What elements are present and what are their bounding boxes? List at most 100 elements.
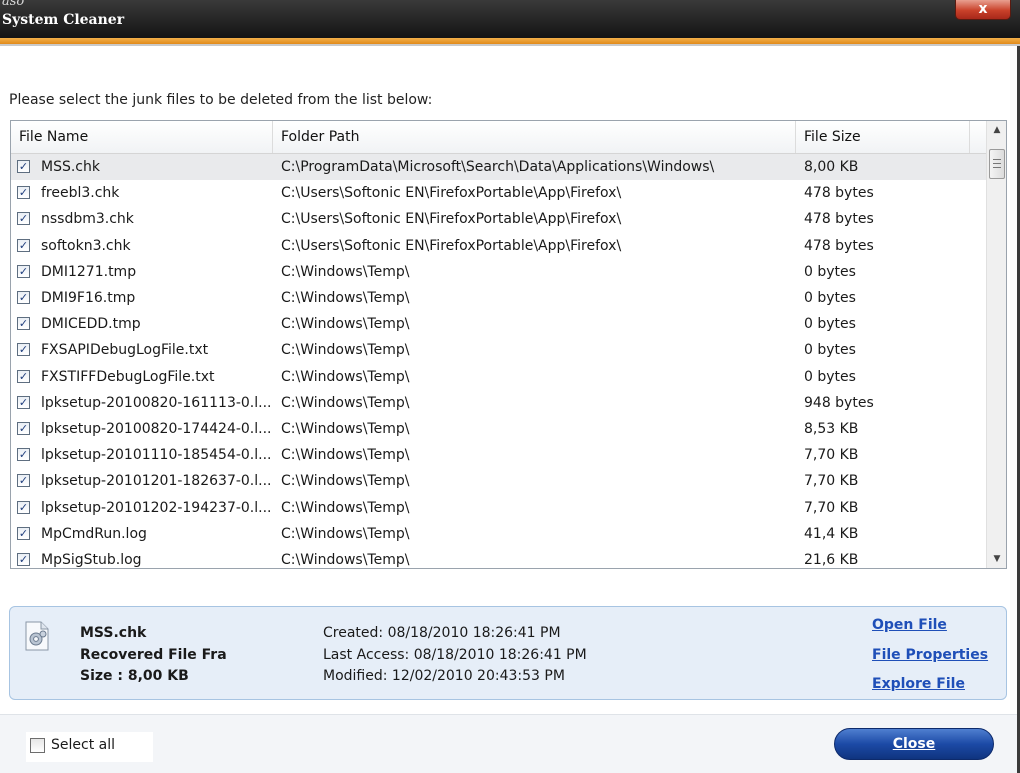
scroll-down-icon[interactable]: ▼ [987, 550, 1006, 568]
file-properties-link[interactable]: File Properties [872, 647, 988, 663]
folder-path-cell: C:\Windows\Temp\ [281, 368, 410, 385]
file-size-cell: 948 bytes [804, 394, 874, 411]
table-row[interactable]: ✓ FXSAPIDebugLogFile.txt C:\Windows\Temp\ 0… [11, 337, 986, 363]
file-size-cell: 7,70 KB [804, 447, 859, 464]
file-size-cell: 0 bytes [804, 290, 856, 306]
brand-logo: aso [2, 0, 25, 9]
file-size-cell: 21,6 KB [804, 552, 859, 568]
row-checkbox[interactable]: ✓ [17, 264, 30, 278]
file-size-cell: 41,4 KB [804, 525, 859, 542]
table-row[interactable]: ✓ DMI9F16.tmp C:\Windows\Temp\ 0 bytes [11, 285, 986, 311]
row-checkbox[interactable]: ✓ [17, 369, 30, 383]
file-details-panel: MSS.chk Recovered File Fra Size : 8,00 K… [9, 606, 1007, 700]
row-checkbox[interactable]: ✓ [17, 291, 30, 304]
list-header: File Name Folder Path File Size [11, 121, 986, 154]
row-checkbox[interactable]: ✓ [17, 526, 30, 540]
column-header-folder-path[interactable]: Folder Path [273, 121, 796, 153]
file-name-cell: MSS.chk [41, 159, 100, 175]
scroll-thumb[interactable] [989, 149, 1005, 179]
row-checkbox[interactable]: ✓ [17, 212, 30, 226]
file-size-cell: 0 bytes [804, 368, 856, 385]
file-name-cell: lpksetup-20100820-174424-0.l... [41, 421, 271, 437]
row-checkbox[interactable]: ✓ [17, 395, 30, 409]
folder-path-cell: C:\Windows\Temp\ [281, 552, 410, 568]
explore-file-link[interactable]: Explore File [872, 676, 965, 692]
instruction-text: Please select the junk files to be delet… [9, 92, 433, 108]
file-properties-icon [24, 621, 50, 651]
file-name-cell: softokn3.chk [41, 237, 131, 254]
folder-path-cell: C:\Windows\Temp\ [281, 316, 410, 333]
row-checkbox[interactable]: ✓ [17, 238, 30, 252]
table-row[interactable]: ✓ MpCmdRun.log C:\Windows\Temp\ 41,4 KB [11, 521, 986, 547]
scroll-up-icon[interactable]: ▲ [987, 121, 1006, 139]
table-row[interactable]: ✓ softokn3.chk C:\Users\Softonic EN\Firefo… [11, 233, 986, 259]
table-row[interactable]: ✓ lpksetup-20100820-174424-0.l... C:\Windo… [11, 416, 986, 442]
junk-file-list[interactable]: File Name Folder Path File Size ✓ MSS.chk… [10, 120, 1007, 569]
row-checkbox[interactable]: ✓ [17, 422, 30, 435]
vertical-scrollbar[interactable]: ▲ ▼ [986, 121, 1006, 568]
file-size-cell: 7,70 KB [804, 473, 859, 490]
detail-last-access: Last Access: 08/18/2010 18:26:41 PM [323, 647, 587, 663]
file-name-cell: DMICEDD.tmp [41, 316, 141, 333]
file-size-cell: 478 bytes [804, 185, 874, 202]
select-all-label[interactable]: Select all [51, 737, 115, 753]
row-checkbox[interactable]: ✓ [17, 474, 30, 488]
file-name-cell: MpCmdRun.log [41, 525, 147, 542]
folder-path-cell: C:\Windows\Temp\ [281, 447, 410, 464]
folder-path-cell: C:\Windows\Temp\ [281, 263, 410, 280]
file-name-cell: FXSAPIDebugLogFile.txt [41, 342, 209, 359]
table-row[interactable]: ✓ FXSTIFFDebugLogFile.txt C:\Windows\Temp\… [11, 364, 986, 390]
open-file-link[interactable]: Open File [872, 617, 947, 633]
row-checkbox[interactable]: ✓ [17, 448, 30, 462]
folder-path-cell: C:\ProgramData\Microsoft\Search\Data\App… [281, 159, 715, 175]
table-row[interactable]: ✓ lpksetup-20101202-194237-0.l... C:\Windo… [11, 495, 986, 521]
detail-modified: Modified: 12/02/2010 20:43:53 PM [323, 668, 565, 684]
table-row[interactable]: ✓ lpksetup-20101110-185454-0.l... C:\Windo… [11, 442, 986, 468]
table-row[interactable]: ✓ DMI1271.tmp C:\Windows\Temp\ 0 bytes [11, 259, 986, 285]
table-row[interactable]: ✓ DMICEDD.tmp C:\Windows\Temp\ 0 bytes [11, 311, 986, 337]
folder-path-cell: C:\Windows\Temp\ [281, 342, 410, 359]
column-header-file-size[interactable]: File Size [796, 121, 970, 153]
column-header-file-name[interactable]: File Name [11, 121, 273, 153]
row-checkbox[interactable]: ✓ [17, 160, 30, 173]
file-name-cell: MpSigStub.log [41, 552, 142, 568]
row-checkbox[interactable]: ✓ [17, 186, 30, 200]
file-name-cell: lpksetup-20101110-185454-0.l... [41, 447, 271, 464]
file-size-cell: 0 bytes [804, 342, 856, 359]
detail-file-type: Recovered File Fra [80, 647, 227, 663]
window-close-button[interactable]: x [955, 0, 1011, 20]
row-checkbox[interactable]: ✓ [17, 553, 30, 566]
row-checkbox[interactable]: ✓ [17, 500, 30, 514]
file-size-cell: 0 bytes [804, 316, 856, 333]
table-row[interactable]: ✓ nssdbm3.chk C:\Users\Softonic EN\Firefox… [11, 206, 986, 232]
folder-path-cell: C:\Windows\Temp\ [281, 394, 410, 411]
table-row[interactable]: ✓ MSS.chk C:\ProgramData\Microsoft\Search\… [11, 154, 986, 180]
title-bar: aso System Cleaner x [0, 0, 1020, 38]
table-row[interactable]: ✓ lpksetup-20101201-182637-0.l... C:\Windo… [11, 468, 986, 494]
file-size-cell: 8,53 KB [804, 421, 859, 437]
folder-path-cell: C:\Windows\Temp\ [281, 421, 410, 437]
file-name-cell: FXSTIFFDebugLogFile.txt [41, 368, 215, 385]
detail-created: Created: 08/18/2010 18:26:41 PM [323, 625, 561, 641]
accent-stripe-shadow [0, 44, 1020, 46]
file-name-cell: lpksetup-20101202-194237-0.l... [41, 499, 271, 516]
file-size-cell: 0 bytes [804, 263, 856, 280]
folder-path-cell: C:\Windows\Temp\ [281, 290, 410, 306]
close-button[interactable]: Close [834, 728, 994, 760]
folder-path-cell: C:\Windows\Temp\ [281, 499, 410, 516]
file-name-cell: lpksetup-20101201-182637-0.l... [41, 473, 271, 490]
table-row[interactable]: ✓ MpSigStub.log C:\Windows\Temp\ 21,6 KB [11, 547, 986, 568]
file-size-cell: 478 bytes [804, 237, 874, 254]
folder-path-cell: C:\Windows\Temp\ [281, 473, 410, 490]
file-size-cell: 7,70 KB [804, 499, 859, 516]
detail-file-size: Size : 8,00 KB [80, 668, 189, 684]
row-checkbox[interactable]: ✓ [17, 343, 30, 357]
table-row[interactable]: ✓ freebl3.chk C:\Users\Softonic EN\Firefox… [11, 180, 986, 206]
select-all-checkbox[interactable] [30, 738, 45, 753]
file-size-cell: 478 bytes [804, 211, 874, 228]
file-name-cell: nssdbm3.chk [41, 211, 134, 228]
table-row[interactable]: ✓ lpksetup-20100820-161113-0.l... C:\Windo… [11, 390, 986, 416]
row-checkbox[interactable]: ✓ [17, 317, 30, 331]
folder-path-cell: C:\Windows\Temp\ [281, 525, 410, 542]
file-size-cell: 8,00 KB [804, 159, 859, 175]
